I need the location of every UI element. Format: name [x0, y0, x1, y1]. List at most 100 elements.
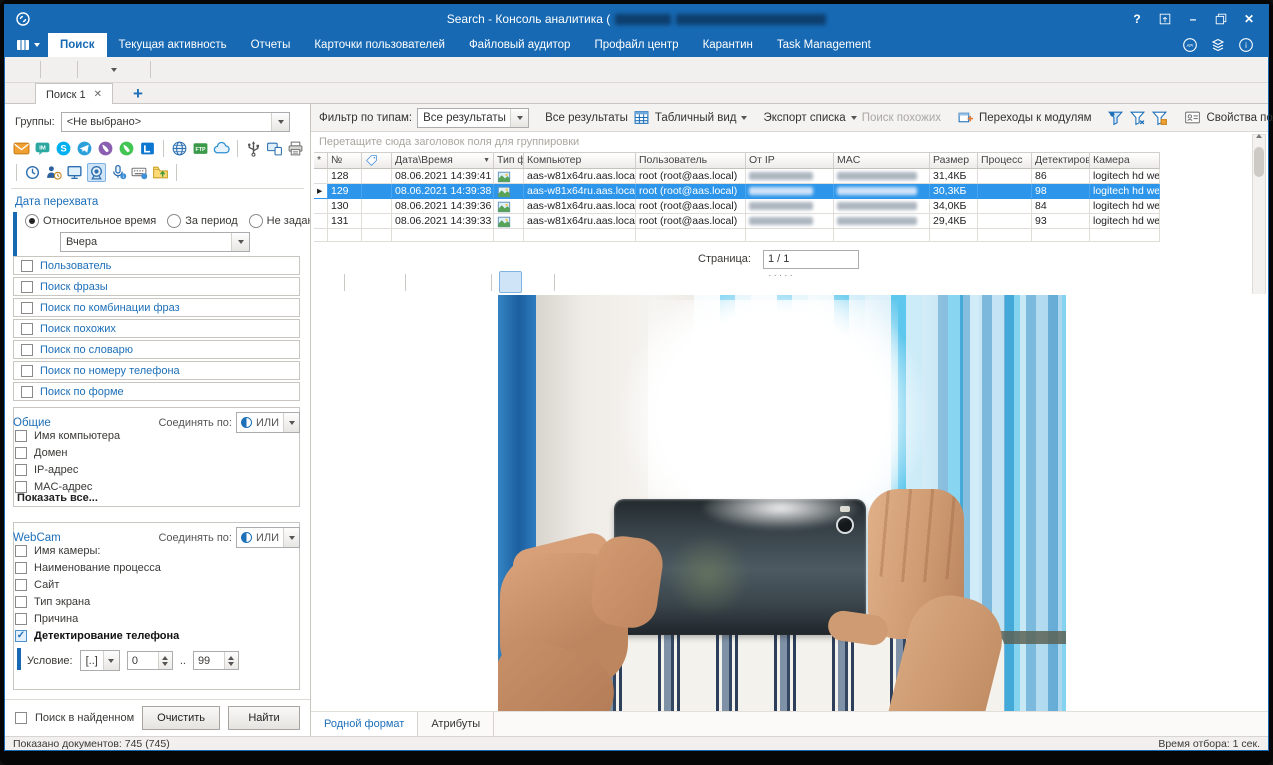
- table-view-button[interactable]: Табличный вид: [655, 112, 737, 124]
- caret-down-icon[interactable]: [111, 68, 117, 72]
- menu-item-текущая-активность[interactable]: Текущая активность: [107, 33, 239, 57]
- user-properties-button[interactable]: Свойства пользо...: [1206, 112, 1273, 124]
- filter-item[interactable]: Поиск по словарю: [13, 340, 300, 359]
- lync-icon[interactable]: [139, 140, 156, 157]
- folder-icon[interactable]: [152, 164, 169, 181]
- telegram-icon[interactable]: [76, 140, 93, 157]
- devices-icon[interactable]: [266, 140, 283, 157]
- menu-item-файловый-аудитор[interactable]: Файловый аудитор: [457, 33, 583, 57]
- monitor-icon[interactable]: [66, 164, 83, 181]
- search-by-id-icon[interactable]: ID: [158, 60, 180, 80]
- join-select[interactable]: ИЛИ: [236, 412, 300, 433]
- filter-item[interactable]: Пользователь: [13, 256, 300, 275]
- usb-icon[interactable]: [245, 140, 262, 157]
- save-image-icon[interactable]: [316, 272, 337, 292]
- filter-item[interactable]: Поиск по форме: [13, 382, 300, 401]
- zoom-out-icon[interactable]: [438, 272, 459, 292]
- user-search-icon[interactable]: [48, 60, 70, 80]
- column-header[interactable]: Камера: [1090, 152, 1160, 169]
- menu-item-task-management[interactable]: Task Management: [765, 33, 883, 57]
- result-row-130[interactable]: 13008.06.2021 14:39:36aas-w81x64ru.aas.l…: [314, 199, 1160, 214]
- date-option-radio[interactable]: Не задано: [249, 214, 311, 228]
- eye-icon[interactable]: [562, 272, 583, 292]
- filter-item[interactable]: Поиск фразы: [13, 277, 300, 296]
- scrollbar-thumb[interactable]: [1254, 147, 1264, 177]
- go-to-modules-button[interactable]: Переходы к модулям: [979, 112, 1091, 124]
- tab-search-1[interactable]: Поиск 1 ✕: [35, 83, 113, 105]
- clock-icon[interactable]: [24, 164, 41, 181]
- filter-item[interactable]: Поиск похожих: [13, 319, 300, 338]
- column-header[interactable]: Дата\Время▼: [392, 152, 494, 169]
- column-header[interactable]: *: [314, 152, 328, 169]
- column-header[interactable]: Детектирова: [1032, 152, 1090, 169]
- checkbox-row[interactable]: ✓Детектирование телефона: [15, 630, 179, 642]
- app-menu-button[interactable]: [5, 33, 48, 57]
- api-icon[interactable]: API: [1182, 37, 1198, 53]
- rotate-right-icon[interactable]: [377, 272, 398, 292]
- help-button[interactable]: ?: [1130, 12, 1144, 26]
- column-header[interactable]: От IP: [746, 152, 834, 169]
- resources-icon[interactable]: [1210, 37, 1226, 53]
- condition-to-spinner[interactable]: 99: [193, 651, 239, 670]
- preview-tab-родной-формат[interactable]: Родной формат: [311, 712, 418, 736]
- filter-color-icon[interactable]: [1151, 109, 1168, 126]
- result-row-131[interactable]: 13108.06.2021 14:39:33aas-w81x64ru.aas.l…: [314, 214, 1160, 229]
- ftp-icon[interactable]: FTP: [192, 140, 209, 157]
- pin-window-button[interactable]: [1158, 12, 1172, 26]
- rotate-left-icon[interactable]: [352, 272, 373, 292]
- checkbox-row[interactable]: Имя компьютера: [15, 430, 120, 442]
- column-header[interactable]: Тип фа: [494, 152, 524, 169]
- column-header[interactable]: Компьютер: [524, 152, 636, 169]
- preview-tab-атрибуты[interactable]: Атрибуты: [418, 712, 494, 736]
- zoom-level-icon[interactable]: [463, 272, 484, 292]
- all-results-button[interactable]: Все результаты: [545, 112, 628, 124]
- column-header[interactable]: [362, 152, 392, 169]
- http-icon[interactable]: [171, 140, 188, 157]
- cloud-icon[interactable]: [213, 140, 230, 157]
- im-icon[interactable]: IM: [34, 140, 51, 157]
- viber-icon[interactable]: [97, 140, 114, 157]
- clear-button[interactable]: Очистить: [142, 706, 220, 730]
- keyboard-icon[interactable]: [131, 164, 148, 181]
- filter-item[interactable]: Поиск по номеру телефона: [13, 361, 300, 380]
- filter-apply-icon[interactable]: [1107, 109, 1124, 126]
- printer-icon[interactable]: [287, 140, 304, 157]
- join-select[interactable]: ИЛИ: [236, 527, 300, 548]
- column-header[interactable]: Размер: [930, 152, 978, 169]
- zoom-in-icon[interactable]: [413, 272, 434, 292]
- condition-operator-select[interactable]: [..]: [80, 650, 120, 671]
- menu-item-профайл-центр[interactable]: Профайл центр: [582, 33, 690, 57]
- groups-select[interactable]: <Не выбрано>: [61, 112, 290, 132]
- folder-import-icon[interactable]: [121, 60, 143, 80]
- checkbox-row[interactable]: Домен: [15, 447, 67, 459]
- close-tab-icon[interactable]: ✕: [94, 89, 102, 100]
- folder-export-icon[interactable]: [85, 60, 107, 80]
- microphone-icon[interactable]: i: [110, 164, 127, 181]
- show-all-link[interactable]: Показать все...: [17, 492, 98, 504]
- checkbox-row[interactable]: Наименование процесса: [15, 562, 161, 574]
- relative-time-select[interactable]: Вчера: [60, 232, 250, 252]
- refresh-view-icon[interactable]: [526, 272, 547, 292]
- person-activity-icon[interactable]: [45, 164, 62, 181]
- export-list-button[interactable]: Экспорт списка: [763, 112, 845, 124]
- fit-window-icon[interactable]: [499, 271, 522, 293]
- filter-by-type-select[interactable]: Все результаты: [417, 108, 529, 128]
- column-header[interactable]: Пользователь: [636, 152, 746, 169]
- info-icon[interactable]: i: [1238, 37, 1254, 53]
- column-header[interactable]: Процесс: [978, 152, 1032, 169]
- date-option-radio[interactable]: Относительное время: [25, 214, 156, 228]
- find-button[interactable]: Найти: [228, 706, 300, 730]
- mail-icon[interactable]: [13, 140, 30, 157]
- date-option-radio[interactable]: За период: [167, 214, 237, 228]
- filter-clear-icon[interactable]: [1129, 109, 1146, 126]
- page-input[interactable]: [763, 250, 859, 269]
- checkbox-row[interactable]: Причина: [15, 613, 78, 625]
- column-header[interactable]: MAC: [834, 152, 930, 169]
- checkbox-row[interactable]: IP-адрес: [15, 464, 78, 476]
- menu-item-поиск[interactable]: Поиск: [48, 33, 107, 57]
- checkbox-row[interactable]: Тип экрана: [15, 596, 90, 608]
- condition-from-spinner[interactable]: 0: [127, 651, 173, 670]
- checkbox-row[interactable]: Сайт: [15, 579, 59, 591]
- filter-item[interactable]: Поиск по комбинации фраз: [13, 298, 300, 317]
- cascade-windows-icon[interactable]: [11, 60, 33, 80]
